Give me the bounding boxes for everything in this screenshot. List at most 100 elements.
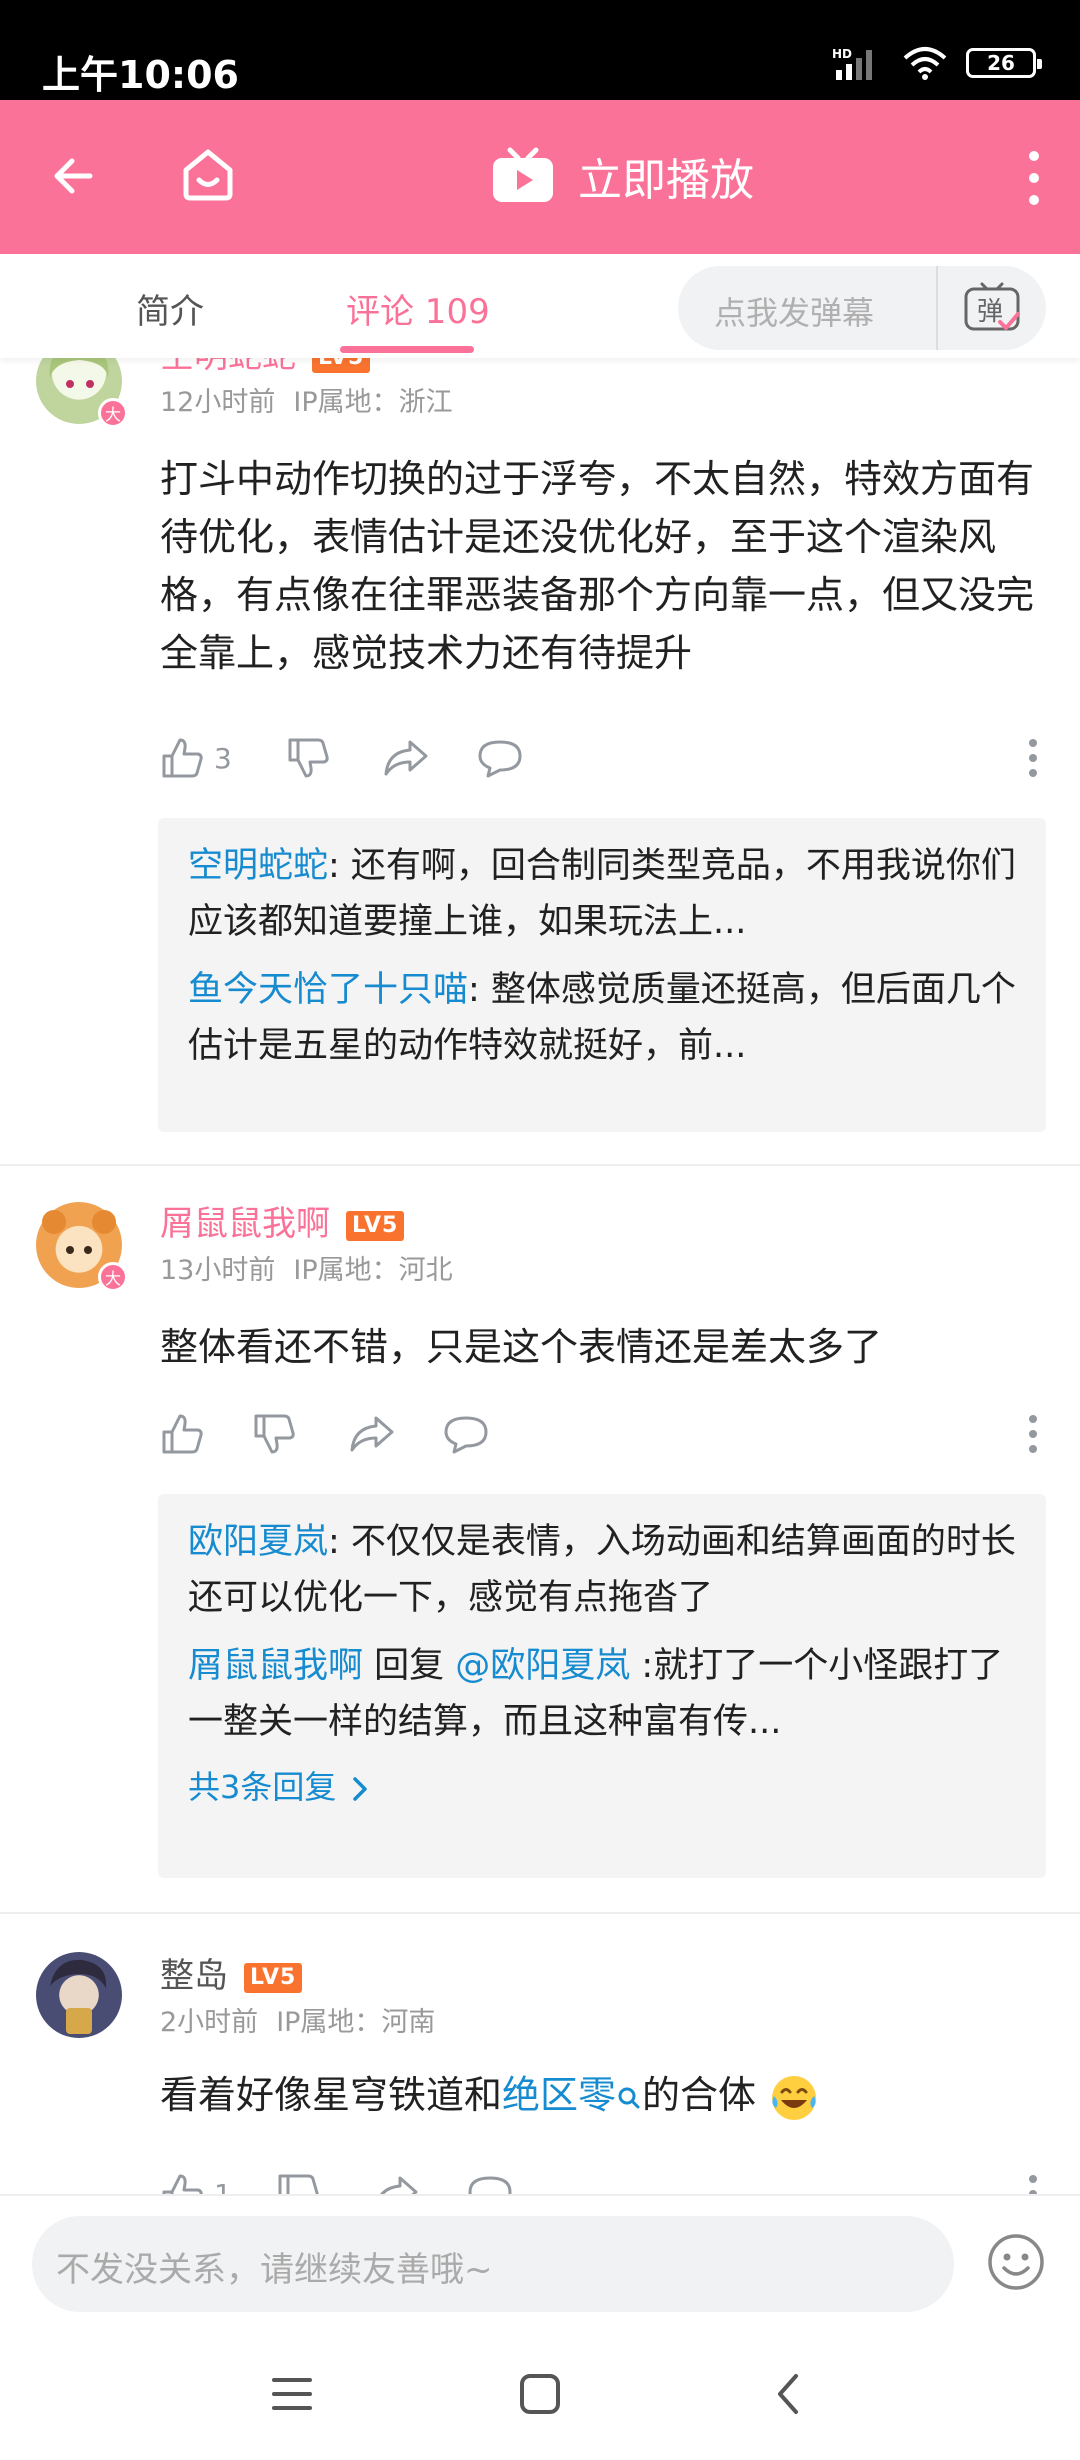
comment-meta: 2小时前 IP属地：河南 xyxy=(160,2000,453,2039)
comment-username[interactable]: 整岛 LV5 xyxy=(160,1948,303,1997)
battery-indicator: 26 xyxy=(966,48,1042,78)
comment-input[interactable]: 不发没关系，请继续友善哦~ xyxy=(32,2216,954,2312)
comment-bubble-icon xyxy=(444,1416,488,1454)
comment-actions xyxy=(160,1412,1040,1462)
level-badge: LV5 xyxy=(312,358,371,373)
tv-play-icon xyxy=(493,147,553,202)
comment-bubble-icon xyxy=(468,2176,512,2194)
tab-comments[interactable]: 评论 109 xyxy=(346,284,490,333)
laugh-cry-emoji-icon xyxy=(772,2075,817,2120)
comment-text-part: 看着好像星穹铁道和 xyxy=(160,2073,503,2117)
comment-actions: 1 xyxy=(160,2172,1040,2194)
more-vertical-icon[interactable] xyxy=(1026,736,1040,780)
comment-text: 看着好像星穹铁道和绝区零 的合体 xyxy=(160,2066,1040,2124)
wifi-icon xyxy=(903,47,947,80)
share-button[interactable] xyxy=(372,2172,420,2194)
like-button[interactable]: 1 xyxy=(160,2172,232,2194)
comment-text-part: 的合体 xyxy=(642,2073,757,2117)
chevron-right-icon xyxy=(352,1777,367,1801)
avatar[interactable]: 大 xyxy=(36,358,128,428)
username-text: 屑鼠鼠我啊 xyxy=(160,1204,330,1244)
reply-username[interactable]: 鱼今天恰了十只喵 xyxy=(188,970,468,1010)
comment-meta: 12小时前 IP属地：浙江 xyxy=(160,380,471,419)
vip-badge: 大 xyxy=(98,1262,128,1292)
comment-actions: 3 xyxy=(160,736,1040,786)
comment-ip: IP属地：河南 xyxy=(276,2007,436,2038)
menu-icon[interactable] xyxy=(262,2364,322,2424)
comment-bubble-icon xyxy=(478,740,522,778)
reply-item[interactable]: 屑鼠鼠我啊 回复 @欧阳夏岚 :就打了一个小怪跟打了一整关一样的结算，而且这种富… xyxy=(188,1638,1016,1750)
danmaku-placeholder: 点我发弹幕 xyxy=(714,294,875,332)
more-vertical-icon[interactable] xyxy=(1024,150,1044,206)
like-count: 1 xyxy=(214,2177,232,2195)
dislike-button[interactable] xyxy=(276,2172,320,2194)
comment-text: 整体看还不错，只是这个表情还是差太多了 xyxy=(160,1325,883,1369)
danmaku-icon: 弹 xyxy=(964,282,1020,331)
comment-list[interactable]: 大 空明蛇蛇LV5 12小时前IP属地：浙江 打斗中动作切换的过于浮夸，不太自然… xyxy=(0,358,1080,2194)
comment-time: 12小时前 xyxy=(160,387,276,418)
like-button[interactable] xyxy=(160,1412,214,1456)
reply-button[interactable] xyxy=(442,1412,490,1456)
comment-text: 打斗中动作切换的过于浮夸，不太自然，特效方面有待优化，表情估计是还没优化好，至于… xyxy=(160,457,1035,675)
search-keyword-link[interactable]: 绝区零 xyxy=(502,2073,616,2117)
home-square-icon[interactable] xyxy=(510,2364,570,2424)
more-replies-label: 共3条回复 xyxy=(188,1768,337,1806)
back-arrow-icon[interactable] xyxy=(46,146,106,206)
share-button[interactable] xyxy=(348,1412,396,1456)
reply-button[interactable] xyxy=(466,2172,514,2194)
thumbs-up-icon xyxy=(162,738,203,778)
danmaku-input[interactable]: 点我发弹幕 弹 xyxy=(678,266,1046,350)
more-vertical-icon[interactable] xyxy=(1026,1412,1040,1456)
thumbs-down-icon xyxy=(254,1414,295,1454)
reply-preview-box[interactable]: 欧阳夏岚: 不仅仅是表情，入场动画和结算画面的时长还可以优化一下，感觉有点拖沓了… xyxy=(158,1494,1046,1878)
level-badge: LV5 xyxy=(346,1210,405,1241)
svg-text:HD: HD xyxy=(832,47,852,61)
emoji-icon[interactable] xyxy=(986,2232,1046,2292)
reply-username[interactable]: 欧阳夏岚 xyxy=(188,1522,328,1562)
comment-input-placeholder: 不发没关系，请继续友善哦~ xyxy=(56,2250,493,2290)
reply-item[interactable]: 欧阳夏岚: 不仅仅是表情，入场动画和结算画面的时长还可以优化一下，感觉有点拖沓了 xyxy=(188,1514,1016,1626)
status-time: 上午10:06 xyxy=(42,53,239,97)
danmaku-toggle-button[interactable]: 弹 xyxy=(936,266,1046,350)
divider xyxy=(0,1912,1080,1914)
thumbs-up-icon xyxy=(162,2174,203,2194)
like-button[interactable]: 3 xyxy=(160,736,232,780)
reply-item[interactable]: 空明蛇蛇: 还有啊，回合制同类型竞品，不用我说你们应该都知道要撞上谁，如果玩法上… xyxy=(188,838,1016,950)
dislike-button[interactable] xyxy=(252,1412,296,1456)
comment-username[interactable]: 屑鼠鼠我啊 LV5 xyxy=(160,1196,405,1245)
comment-username[interactable]: 空明蛇蛇 LV5 xyxy=(160,358,371,377)
share-button[interactable] xyxy=(382,736,430,780)
username-text: 整岛 xyxy=(160,1956,228,1996)
reply-username[interactable]: 空明蛇蛇 xyxy=(188,846,328,886)
tab-intro[interactable]: 简介 xyxy=(136,284,204,333)
reply-mention[interactable]: @欧阳夏岚 xyxy=(455,1646,630,1686)
comment-ip: IP属地：河北 xyxy=(293,1255,453,1286)
thumbs-up-icon xyxy=(162,1414,203,1454)
level-badge: LV5 xyxy=(244,1962,303,1993)
play-now-label: 立即播放 xyxy=(578,155,754,206)
search-icon[interactable] xyxy=(616,2084,642,2112)
more-vertical-icon[interactable] xyxy=(1026,2172,1040,2194)
dislike-button[interactable] xyxy=(286,736,330,780)
home-icon[interactable] xyxy=(178,144,238,204)
share-icon xyxy=(350,1416,394,1452)
avatar[interactable] xyxy=(36,1952,122,2038)
thumbs-down-icon xyxy=(288,738,329,778)
reply-button[interactable] xyxy=(476,736,524,780)
reply-username[interactable]: 屑鼠鼠我啊 xyxy=(188,1646,363,1686)
avatar-image xyxy=(50,1959,107,2034)
back-chevron-icon[interactable] xyxy=(760,2364,820,2424)
vip-badge: 大 xyxy=(98,398,128,428)
signal-icon: HD xyxy=(832,47,872,80)
comment-input-bar: 不发没关系，请继续友善哦~ xyxy=(0,2194,1080,2334)
system-navigation-bar xyxy=(0,2334,1080,2460)
comment-ip: IP属地：浙江 xyxy=(293,387,453,418)
status-bar: 上午10:06 HD 26 xyxy=(0,0,1080,100)
view-all-replies-link[interactable]: 共3条回复 xyxy=(188,1762,1016,1808)
reply-item[interactable]: 鱼今天恰了十只喵: 整体感觉质量还挺高，但后面几个估计是五星的动作特效就挺好，前… xyxy=(188,962,1016,1074)
reply-preview-box[interactable]: 空明蛇蛇: 还有啊，回合制同类型竞品，不用我说你们应该都知道要撞上谁，如果玩法上… xyxy=(158,818,1046,1132)
comment-time: 2小时前 xyxy=(160,2007,259,2038)
like-count: 3 xyxy=(214,741,232,775)
avatar[interactable]: 大 xyxy=(36,1202,128,1292)
play-now-button[interactable]: 立即播放 xyxy=(490,144,754,208)
